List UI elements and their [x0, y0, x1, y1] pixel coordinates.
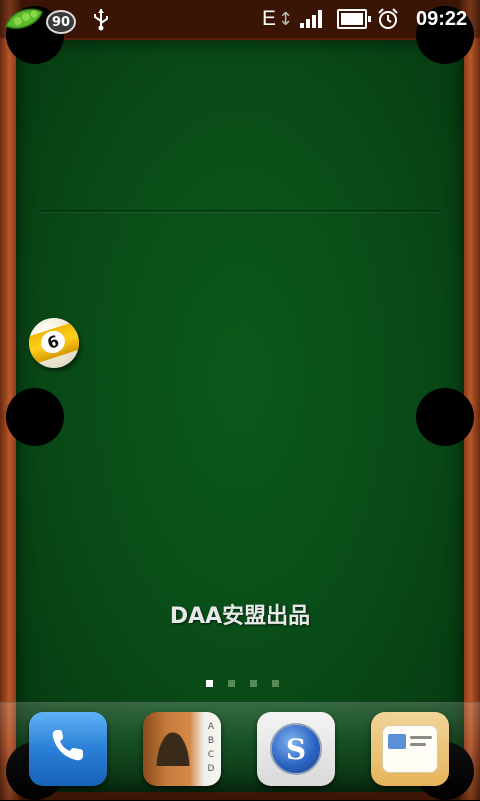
battery-icon	[337, 9, 371, 29]
data-arrows-icon: ↕	[278, 8, 294, 30]
alarm-icon	[376, 0, 400, 38]
nine-ball[interactable]: 9	[29, 318, 79, 368]
messages-app-button[interactable]	[371, 712, 449, 786]
contacts-tab-d: D	[207, 764, 215, 774]
page-dot-1	[205, 680, 213, 687]
signal-icon	[300, 10, 322, 28]
contacts-app-button[interactable]: A B C D	[143, 712, 221, 786]
page-indicator	[0, 680, 480, 687]
contacts-index-tabs: A B C D	[205, 720, 217, 776]
middle-right-pocket	[416, 388, 474, 446]
paw-badge-icon: 90	[46, 3, 80, 35]
contacts-tab-c: C	[207, 750, 215, 760]
page-dot-3	[249, 680, 257, 687]
contacts-tab-a: A	[207, 722, 215, 732]
table-head-string	[40, 210, 440, 212]
page-dot-2	[227, 680, 235, 687]
browser-app-button[interactable]: S	[257, 712, 335, 786]
page-dot-4	[271, 680, 279, 687]
usb-icon	[92, 0, 110, 38]
browser-icon: S	[270, 723, 322, 775]
phone-icon	[47, 724, 89, 774]
middle-left-pocket	[6, 388, 64, 446]
phone-app-button[interactable]	[29, 712, 107, 786]
status-bar[interactable]: 90 E ↕ 09:22	[0, 0, 480, 38]
notification-badge-count: 90	[46, 10, 76, 34]
wallpaper-watermark: DAA安盟出品	[169, 604, 311, 629]
messages-icon	[382, 725, 438, 773]
network-type-label: E	[262, 7, 277, 30]
contacts-tab-b: B	[207, 736, 215, 746]
pea-icon	[4, 0, 44, 38]
contacts-icon	[156, 732, 190, 766]
clock-time: 09:22	[416, 7, 468, 30]
